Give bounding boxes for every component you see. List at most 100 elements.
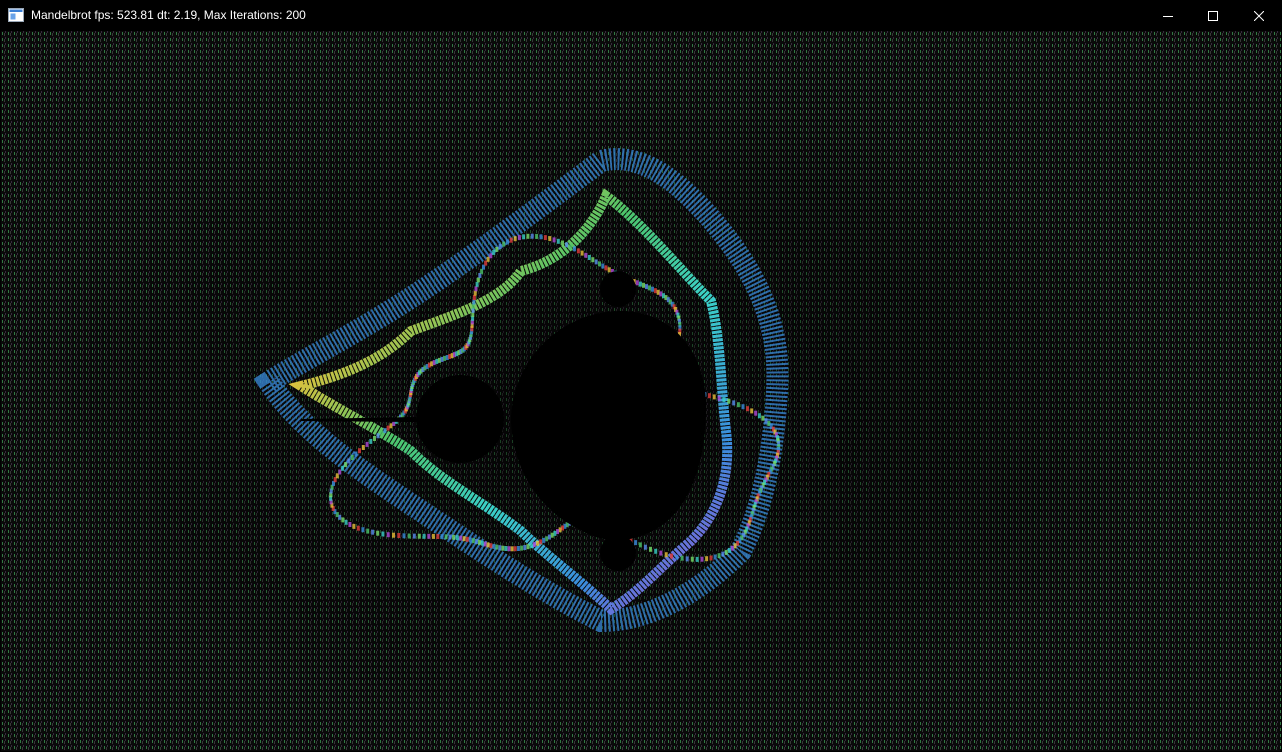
- top-bulb: [600, 271, 636, 307]
- title-bar[interactable]: Mandelbrot fps: 523.81 dt: 2.19, Max Ite…: [0, 0, 1282, 31]
- boundary-speck: [510, 546, 514, 552]
- boundary-speck: [722, 397, 726, 403]
- boundary-speck: [455, 535, 459, 541]
- mandelbrot-render-canvas[interactable]: [1, 31, 1281, 751]
- boundary-speck: [598, 261, 601, 267]
- boundary-speck: [526, 544, 530, 550]
- boundary-speck: [338, 514, 342, 520]
- boundary-speck: [727, 398, 731, 404]
- boundary-speck: [724, 549, 728, 555]
- boundary-speck: [548, 236, 552, 242]
- boundary-speck: [347, 458, 351, 464]
- boundary-speck: [552, 237, 556, 243]
- boundary-speck: [502, 241, 506, 247]
- boundary-speck: [573, 246, 576, 252]
- boundary-speck: [338, 469, 342, 475]
- boundary-speck: [591, 257, 595, 263]
- boundary-speck: [532, 542, 536, 548]
- boundary-speck: [505, 239, 509, 245]
- boundary-speck: [350, 455, 354, 460]
- boundary-speck: [373, 436, 376, 441]
- boundary-speck: [348, 522, 352, 527]
- boundary-speck: [486, 542, 490, 548]
- boundary-speck: [670, 553, 673, 559]
- app-window-icon[interactable]: [8, 8, 24, 22]
- boundary-speck: [369, 438, 373, 444]
- boundary-speck: [721, 551, 725, 557]
- boundary-speck: [576, 248, 580, 254]
- boundary-speck: [539, 539, 543, 545]
- boundary-speck: [561, 240, 564, 246]
- boundary-speck: [440, 534, 444, 540]
- boundary-speck: [507, 546, 511, 552]
- boundary-speck: [556, 529, 559, 535]
- minimize-button[interactable]: [1145, 0, 1191, 31]
- boundary-speck: [634, 540, 638, 546]
- boundary-speck: [444, 534, 448, 540]
- maximize-button[interactable]: [1190, 0, 1236, 31]
- boundary-speck: [513, 546, 517, 552]
- boundary-speck: [354, 451, 358, 457]
- boundary-speck: [352, 523, 356, 529]
- period-2-bulb: [416, 375, 504, 463]
- boundary-speck: [522, 234, 526, 240]
- boundary-speck: [690, 556, 694, 562]
- boundary-speck: [495, 246, 499, 252]
- boundary-speck: [402, 533, 406, 539]
- boundary-speck: [376, 530, 380, 536]
- boundary-speck: [459, 535, 463, 541]
- app-window: Mandelbrot fps: 523.81 dt: 2.19, Max Ite…: [0, 0, 1282, 752]
- boundary-speck: [587, 255, 591, 260]
- boundary-speck: [417, 533, 421, 539]
- boundary-speck: [431, 533, 435, 539]
- boundary-speck: [498, 244, 502, 250]
- boundary-speck: [513, 236, 517, 242]
- minimize-icon: [1163, 15, 1173, 17]
- boundary-speck: [436, 534, 440, 539]
- boundary-speck: [607, 267, 611, 273]
- boundary-speck: [468, 537, 472, 543]
- boundary-speck: [477, 539, 481, 545]
- boundary-speck: [471, 303, 475, 309]
- boundary-speck: [381, 531, 385, 537]
- boundary-speck: [465, 536, 469, 542]
- boundary-speck: [645, 284, 648, 290]
- boundary-speck: [471, 538, 475, 544]
- boundary-speck: [542, 537, 546, 543]
- boundary-speck: [543, 235, 547, 241]
- boundary-speck: [536, 540, 539, 546]
- boundary-speck: [397, 533, 401, 538]
- boundary-speck: [643, 544, 647, 550]
- boundary-speck: [635, 280, 639, 286]
- boundary-speck: [472, 299, 476, 305]
- boundary-speck: [728, 547, 731, 553]
- boundary-speck: [545, 536, 549, 542]
- boundary-speck: [365, 441, 369, 447]
- boundary-speck: [474, 539, 478, 544]
- boundary-speck: [757, 413, 761, 419]
- boundary-speck: [475, 281, 479, 287]
- bottom-bulb: [600, 535, 636, 571]
- boundary-speck: [440, 356, 444, 362]
- boundary-speck: [472, 295, 476, 301]
- boundary-speck: [556, 238, 560, 244]
- close-button[interactable]: [1236, 0, 1282, 31]
- boundary-speck: [584, 252, 588, 258]
- boundary-speck: [558, 527, 562, 533]
- boundary-speck: [709, 555, 713, 561]
- boundary-speck: [700, 556, 704, 562]
- boundary-speck: [746, 406, 749, 412]
- boundary-speck: [495, 544, 499, 550]
- boundary-speck: [651, 286, 654, 292]
- boundary-speck: [432, 360, 436, 366]
- boundary-speck: [501, 545, 505, 551]
- boundary-speck: [565, 242, 569, 248]
- boundary-speck: [422, 533, 426, 539]
- boundary-speck: [443, 355, 447, 361]
- boundary-speck: [341, 465, 345, 471]
- boundary-speck: [448, 534, 452, 540]
- boundary-speck: [523, 545, 527, 550]
- boundary-speck: [754, 410, 758, 416]
- close-icon: [1254, 10, 1264, 21]
- boundary-speck: [539, 234, 543, 240]
